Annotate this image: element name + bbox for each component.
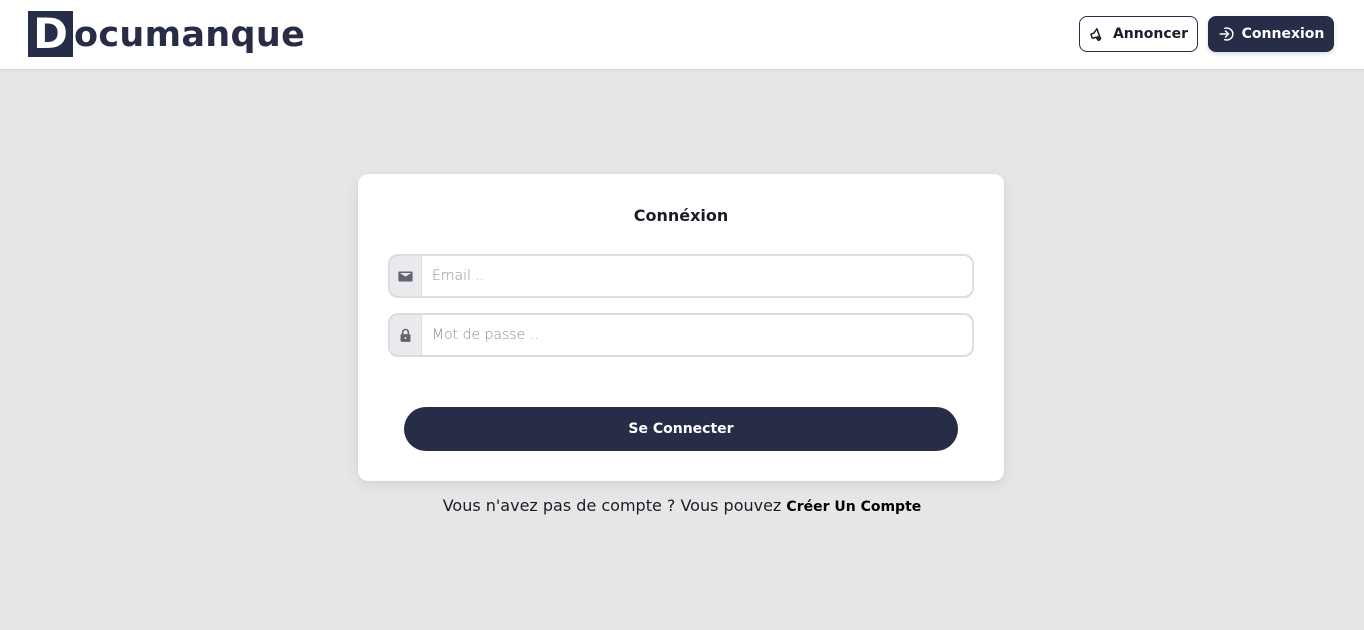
lock-icon — [400, 328, 411, 342]
email-input-group — [388, 254, 974, 298]
email-prefix — [390, 256, 422, 296]
signup-prompt-text: Vous n'avez pas de compte ? Vous pouvez — [442, 496, 782, 515]
sign-in-icon — [1218, 25, 1236, 43]
top-navbar: D ocumanque Annoncer Connexion — [0, 0, 1364, 70]
logo-initial: D — [28, 11, 73, 57]
login-nav-button[interactable]: Connexion — [1208, 16, 1334, 52]
password-input-group — [388, 313, 974, 357]
login-nav-button-label: Connexion — [1241, 26, 1325, 42]
create-account-link[interactable]: Créer Un Compte — [786, 499, 921, 515]
login-title: Connéxion — [633, 206, 729, 225]
site-logo[interactable]: D ocumanque — [28, 11, 305, 57]
password-prefix — [390, 315, 422, 355]
submit-login-button[interactable]: Se Connecter — [404, 407, 958, 451]
announce-button[interactable]: Annoncer — [1079, 16, 1198, 52]
password-input[interactable] — [422, 315, 972, 355]
login-card: Connéxion Se Connecter — [358, 174, 1004, 481]
megaphone-icon — [1089, 25, 1107, 43]
announce-button-label: Annoncer — [1112, 26, 1189, 42]
email-input[interactable] — [422, 256, 972, 296]
logo-text: ocumanque — [74, 15, 306, 55]
envelope-icon — [398, 271, 413, 281]
signup-prompt-line: Vous n'avez pas de compte ? Vous pouvez … — [0, 496, 1364, 515]
